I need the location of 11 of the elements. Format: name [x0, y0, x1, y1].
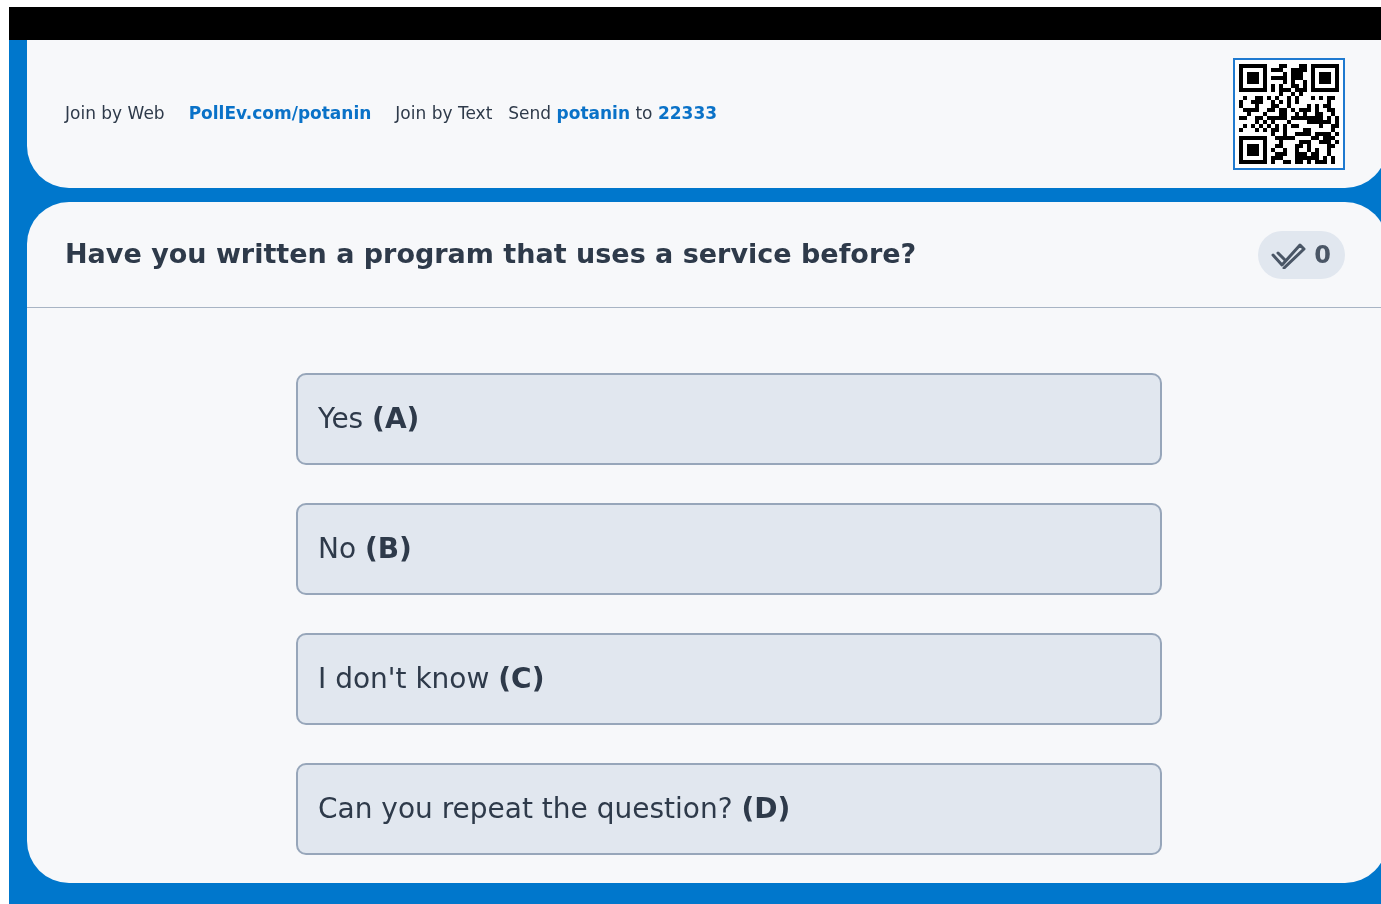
answer-option[interactable]: Yes (A) — [296, 373, 1162, 465]
poll-link[interactable]: PollEv.com/potanin — [188, 101, 372, 127]
response-count: 0 — [1258, 230, 1345, 279]
qr-code-icon — [1233, 58, 1345, 170]
answer-option[interactable]: I don't know (C) — [296, 633, 1162, 725]
answer-option[interactable]: No (B) — [296, 503, 1162, 595]
join-web-label: Join by Web — [65, 102, 165, 126]
answer-option[interactable]: Can you repeat the question? (D) — [296, 763, 1162, 855]
text-instruction: Send potanin to 22333 — [508, 102, 718, 126]
question-title: Have you written a program that uses a service before? — [65, 238, 917, 271]
join-text-label: Join by Text — [395, 102, 493, 126]
